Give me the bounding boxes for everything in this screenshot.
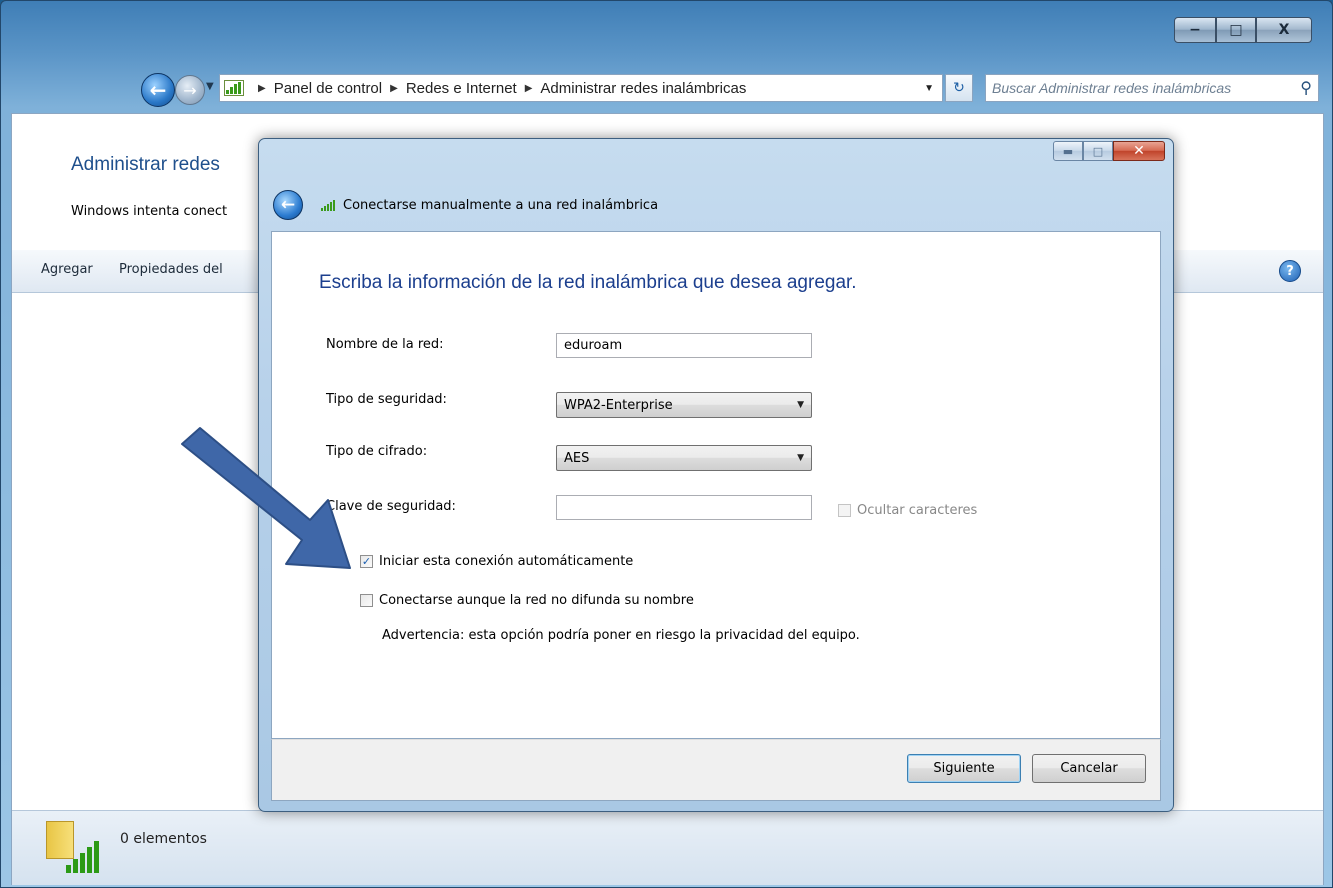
- page-title: Administrar redes: [71, 154, 220, 175]
- encryption-type-value: AES: [564, 450, 590, 466]
- dialog-minimize-icon[interactable]: ▬: [1053, 141, 1083, 161]
- privacy-warning: Advertencia: esta opción podría poner en…: [382, 628, 860, 643]
- search-icon[interactable]: ⚲: [1300, 78, 1312, 98]
- dialog-back-arrow-icon[interactable]: ←: [273, 190, 303, 220]
- security-type-select[interactable]: WPA2-Enterprise ▼: [556, 392, 812, 418]
- annotation-arrow-icon: [181, 427, 351, 569]
- dialog-footer: Siguiente Cancelar: [271, 739, 1161, 801]
- search-placeholder: Buscar Administrar redes inalámbricas: [992, 80, 1232, 96]
- manual-connect-dialog: ▬ □ ✕ ← Conectarse manualmente a una red…: [258, 138, 1174, 812]
- auto-connect-checkbox[interactable]: ✓ Iniciar esta conexión automáticamente: [360, 554, 633, 569]
- dropdown-arrow-icon: ▼: [797, 453, 804, 463]
- dialog-maximize-icon[interactable]: □: [1083, 141, 1113, 161]
- network-name-label: Nombre de la red:: [326, 337, 444, 352]
- navigation-bar: ← → ▼ ▶ Panel de control ▶ Redes e Inter…: [1, 69, 1333, 109]
- hidden-network-checkbox[interactable]: Conectarse aunque la red no difunda su n…: [360, 593, 694, 608]
- breadcrumb-separator-icon: ▶: [390, 82, 398, 94]
- minimize-button[interactable]: −: [1174, 17, 1216, 43]
- refresh-icon[interactable]: ↻: [945, 74, 973, 102]
- hidden-network-label: Conectarse aunque la red no difunda su n…: [379, 593, 694, 608]
- breadcrumb-control-panel[interactable]: Panel de control: [274, 80, 382, 97]
- network-name-input[interactable]: eduroam: [556, 333, 812, 358]
- breadcrumb-separator-icon: ▶: [258, 82, 266, 94]
- page-description: Windows intenta conect: [71, 204, 228, 219]
- security-type-value: WPA2-Enterprise: [564, 397, 673, 413]
- adapter-properties-button[interactable]: Propiedades del: [119, 262, 223, 277]
- dialog-body: Escriba la información de la red inalámb…: [271, 231, 1161, 739]
- item-count: 0 elementos: [120, 831, 207, 847]
- dialog-header: ← Conectarse manualmente a una red inalá…: [273, 189, 658, 221]
- instruction-text: Escriba la información de la red inalámb…: [319, 272, 857, 293]
- unchecked-box: [360, 594, 373, 607]
- back-arrow-icon[interactable]: ←: [141, 73, 175, 107]
- hide-characters-checkbox[interactable]: Ocultar caracteres: [838, 503, 977, 518]
- close-button[interactable]: X: [1256, 17, 1312, 43]
- encryption-type-select[interactable]: AES ▼: [556, 445, 812, 471]
- dialog-window-controls: ▬ □ ✕: [1053, 141, 1165, 161]
- breadcrumb-separator-icon: ▶: [524, 82, 533, 94]
- dialog-close-icon[interactable]: ✕: [1113, 141, 1165, 161]
- next-button[interactable]: Siguiente: [907, 754, 1021, 783]
- hide-characters-label: Ocultar caracteres: [857, 503, 978, 518]
- dropdown-arrow-icon: ▼: [797, 400, 804, 410]
- security-type-label: Tipo de seguridad:: [326, 392, 447, 407]
- security-key-input[interactable]: [556, 495, 812, 520]
- network-icon: [224, 80, 244, 96]
- breadcrumb-manage-wireless[interactable]: Administrar redes inalámbricas: [540, 80, 746, 97]
- address-dropdown-icon[interactable]: ▼: [924, 83, 934, 94]
- forward-arrow-icon[interactable]: →: [175, 75, 205, 105]
- add-button[interactable]: Agregar: [41, 262, 93, 277]
- cancel-button[interactable]: Cancelar: [1032, 754, 1146, 783]
- address-bar[interactable]: ▶ Panel de control ▶ Redes e Internet ▶ …: [219, 74, 943, 102]
- history-dropdown-icon[interactable]: ▼: [206, 81, 214, 92]
- search-input[interactable]: Buscar Administrar redes inalámbricas ⚲: [985, 74, 1319, 102]
- background-title-ghost: [269, 154, 273, 172]
- hide-characters-box: [838, 504, 851, 517]
- status-bar: 0 elementos: [12, 810, 1323, 885]
- auto-connect-label: Iniciar esta conexión automáticamente: [379, 554, 634, 569]
- breadcrumb-networks-internet[interactable]: Redes e Internet: [406, 80, 517, 97]
- dialog-heading: Conectarse manualmente a una red inalámb…: [343, 197, 659, 213]
- window-controls: − □ X: [1174, 17, 1312, 43]
- wireless-signal-icon: [321, 199, 335, 211]
- help-icon[interactable]: ?: [1279, 260, 1301, 282]
- maximize-button[interactable]: □: [1216, 17, 1256, 43]
- wireless-folder-icon: [46, 821, 106, 875]
